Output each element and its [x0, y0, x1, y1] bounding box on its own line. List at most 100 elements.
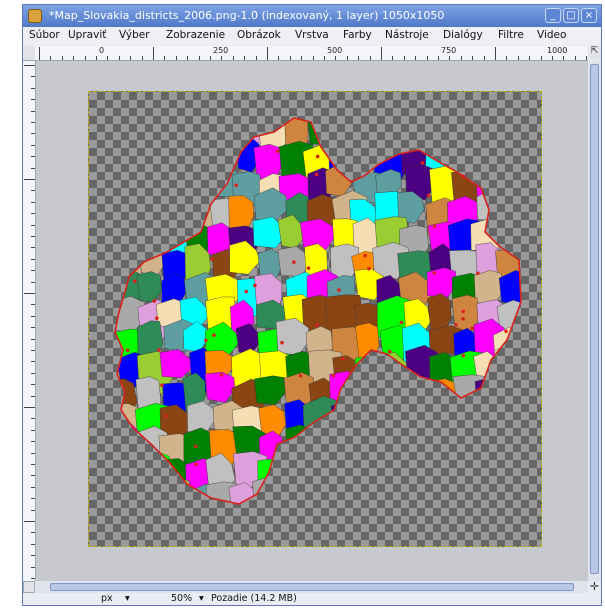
gimp-app-icon[interactable] — [28, 9, 42, 23]
canvas-area[interactable] — [36, 61, 588, 581]
minimize-button[interactable]: _ — [545, 8, 561, 23]
district-pin — [337, 288, 341, 292]
ruler-tick — [31, 258, 35, 260]
district-region — [326, 118, 355, 124]
district-region — [141, 118, 168, 131]
ruler-tick — [50, 56, 52, 60]
ruler-tick — [517, 56, 519, 60]
ruler-tick — [369, 56, 371, 60]
district-region — [206, 118, 237, 145]
ruler-tick — [301, 56, 303, 60]
close-button[interactable]: × — [581, 8, 597, 23]
district-region — [516, 485, 521, 504]
ruler-tick — [31, 441, 35, 443]
district-region — [111, 510, 142, 546]
ruler-tick — [31, 315, 35, 317]
district-pin — [306, 266, 311, 270]
menu-select[interactable]: Výber — [119, 29, 150, 41]
district-region — [426, 476, 455, 504]
zoom-fit-icon[interactable]: ⇱ — [588, 46, 601, 60]
district-region — [378, 92, 409, 115]
district-region — [115, 330, 116, 371]
district-region — [493, 139, 521, 177]
ruler-tick — [312, 56, 314, 60]
district-region — [476, 454, 503, 497]
district-region — [115, 456, 116, 491]
district-region — [493, 327, 521, 371]
vertical-scroll-thumb[interactable] — [590, 64, 599, 574]
vertical-scrollbar[interactable] — [588, 61, 601, 581]
horizontal-scroll-thumb[interactable] — [50, 583, 574, 591]
district-region — [355, 407, 394, 449]
district-region — [115, 118, 127, 146]
menu-view[interactable]: Zobrazenie — [166, 29, 225, 41]
horizontal-scrollbar[interactable] — [36, 581, 588, 593]
status-info: Pozadie (14.2 MB) — [211, 593, 297, 604]
district-region — [348, 118, 378, 155]
district-region — [473, 118, 507, 137]
menu-file[interactable]: Súbor — [29, 29, 60, 41]
district-region — [309, 499, 344, 504]
district-region — [475, 136, 503, 181]
quick-mask-icon[interactable] — [23, 581, 35, 593]
district-region — [282, 453, 317, 484]
ruler-tick — [232, 56, 234, 60]
district-region — [517, 399, 521, 443]
district-region — [328, 506, 365, 538]
district-region — [306, 473, 335, 504]
ruler-tick — [24, 407, 35, 408]
district-region — [352, 429, 383, 466]
district-region — [374, 528, 408, 548]
district-pin — [461, 174, 466, 179]
district-pin — [315, 154, 320, 159]
image-canvas[interactable] — [88, 91, 542, 547]
menu-video[interactable]: Video — [537, 29, 566, 41]
district-region — [115, 118, 117, 124]
menu-colors[interactable]: Farby — [343, 29, 372, 41]
district-region — [499, 118, 521, 135]
district-region — [136, 271, 162, 303]
menu-image[interactable]: Obrázok — [237, 29, 281, 41]
district-region — [521, 534, 543, 548]
unit-select[interactable]: px — [101, 593, 113, 604]
menu-layer[interactable]: Vrstva — [295, 29, 329, 41]
menu-tools[interactable]: Nástroje — [385, 29, 429, 41]
ruler-tick — [529, 56, 531, 60]
zoom-chevron-down-icon[interactable]: ▾ — [199, 593, 204, 604]
zoom-select[interactable]: 50% — [171, 593, 192, 604]
district-region — [307, 118, 340, 146]
district-region — [497, 429, 521, 463]
ruler-tick — [31, 122, 35, 123]
district-pin — [298, 373, 303, 378]
district-pin — [280, 340, 284, 345]
district-region — [115, 272, 120, 305]
district-region — [524, 426, 543, 456]
ruler-tick — [31, 532, 35, 534]
menu-filters[interactable]: Filtre — [498, 29, 524, 41]
ruler-tick — [107, 56, 109, 60]
district-region — [526, 223, 543, 254]
maximize-button[interactable]: □ — [563, 8, 579, 23]
ruler-tick — [255, 56, 257, 60]
horizontal-ruler[interactable]: 0 250 500 750 1000 — [35, 46, 588, 61]
ruler-tick — [31, 110, 35, 112]
ruler-tick — [210, 56, 211, 60]
district-region — [252, 476, 283, 504]
district-region — [399, 425, 436, 455]
ruler-tick — [472, 56, 474, 60]
menu-dialogs[interactable]: Dialógy — [443, 29, 483, 41]
menu-edit[interactable]: Upraviť — [68, 29, 106, 41]
district-region — [449, 508, 485, 548]
ruler-tick — [460, 56, 462, 60]
district-pin — [292, 260, 296, 264]
ruler-tick — [31, 144, 35, 146]
district-region — [401, 118, 436, 151]
ruler-label-500: 500 — [327, 46, 343, 55]
unit-chevron-down-icon[interactable]: ▾ — [125, 593, 130, 604]
vertical-ruler[interactable] — [23, 61, 36, 581]
navigate-icon[interactable]: ✛ — [588, 581, 601, 593]
district-region — [494, 169, 521, 215]
district-region — [115, 140, 147, 173]
district-region — [209, 506, 239, 536]
district-region — [179, 140, 209, 184]
